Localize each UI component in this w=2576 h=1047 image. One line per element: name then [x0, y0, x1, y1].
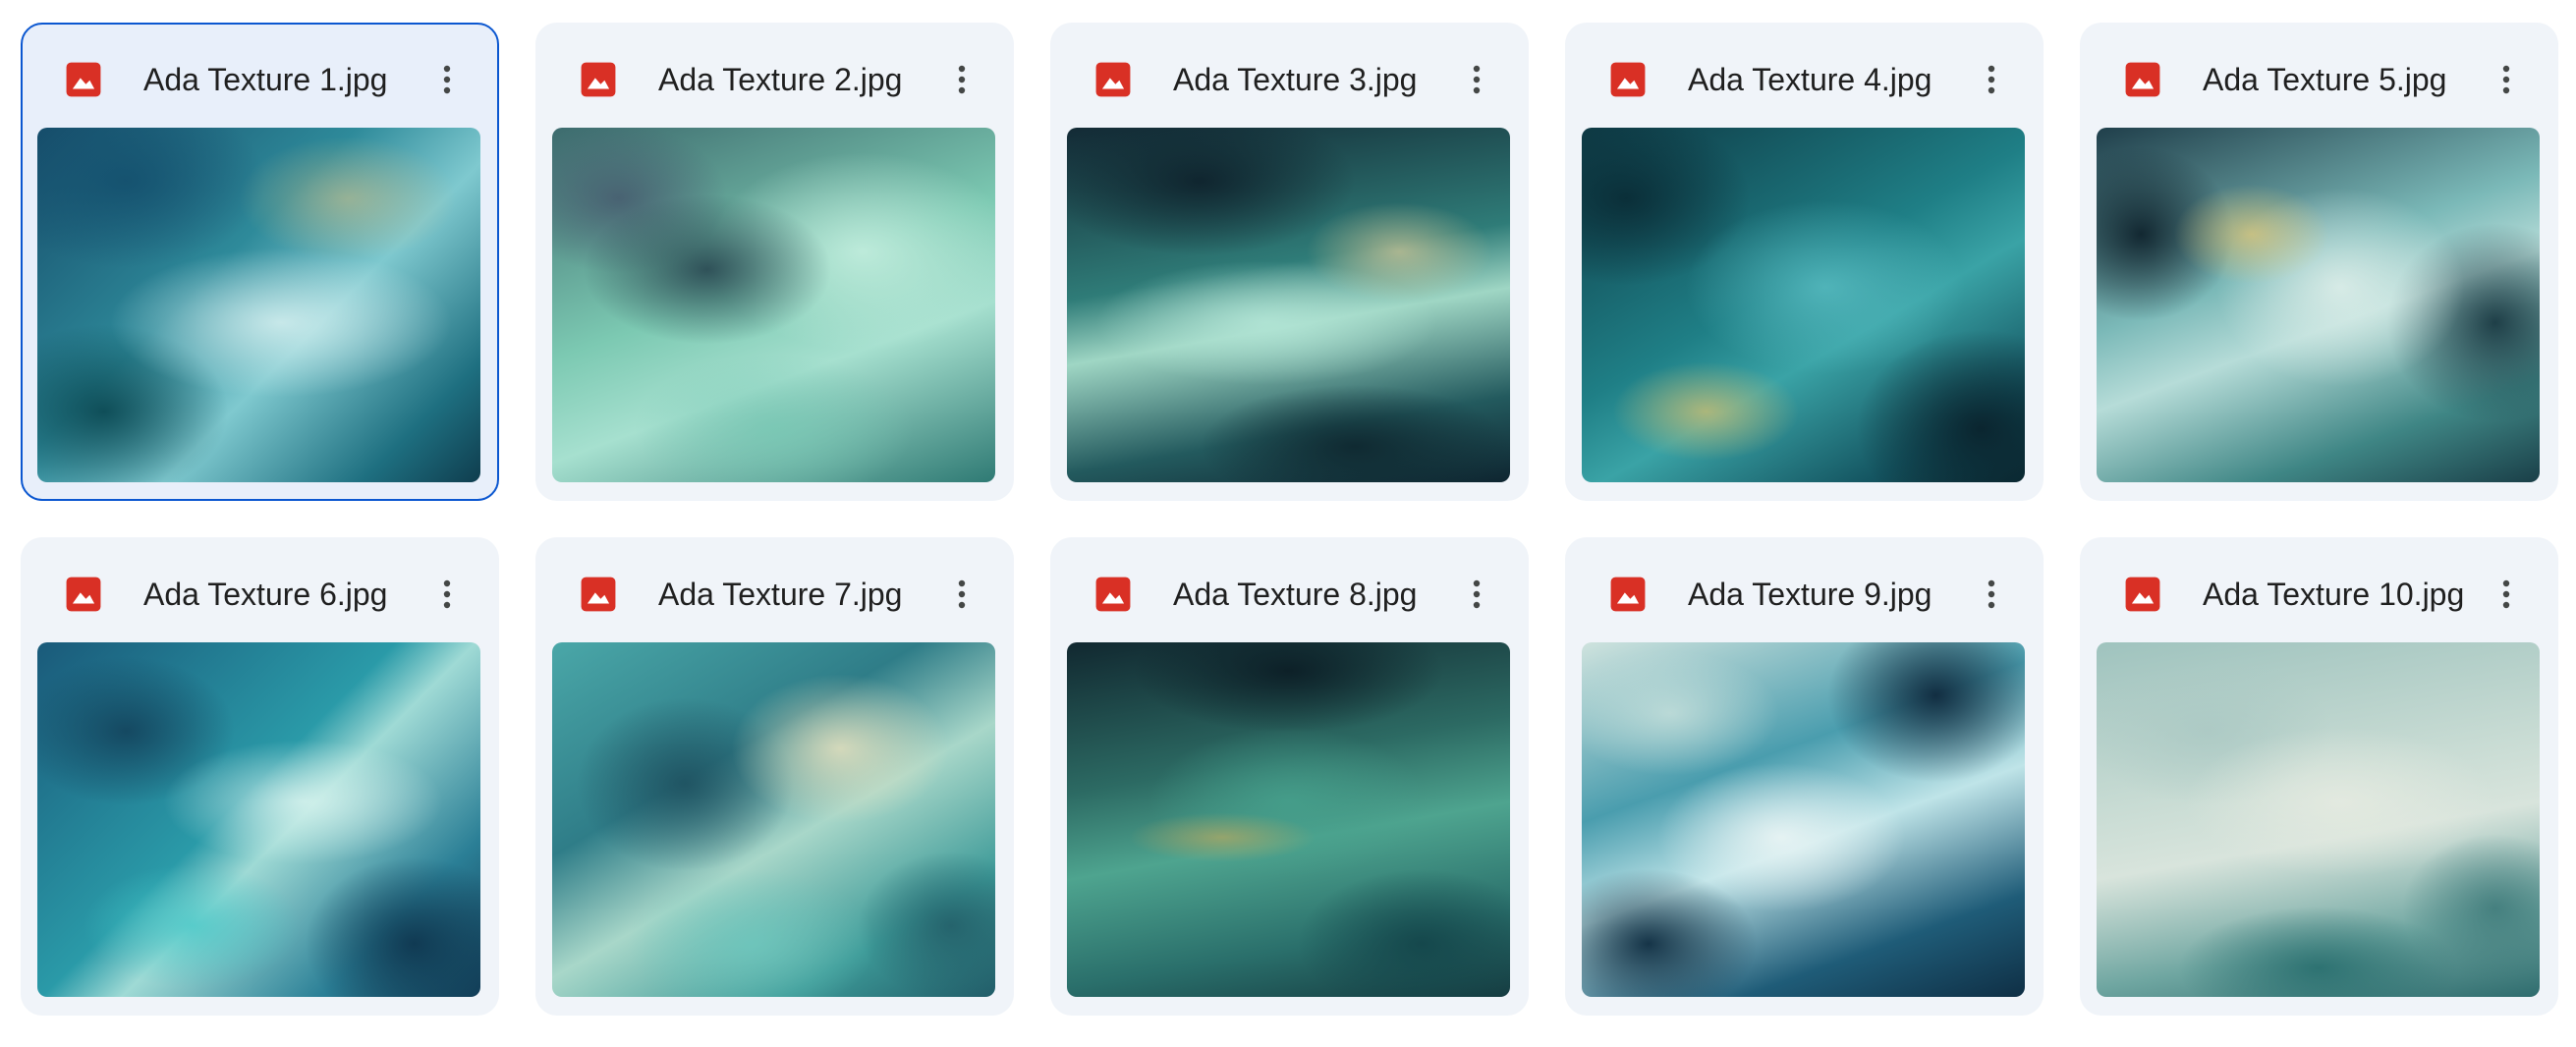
more-vert-icon: [1988, 579, 1995, 609]
file-card[interactable]: Ada Texture 7.jpg: [535, 537, 1014, 1016]
file-card[interactable]: Ada Texture 9.jpg: [1565, 537, 2044, 1016]
file-name: Ada Texture 5.jpg: [2203, 62, 2447, 97]
more-actions-button[interactable]: [936, 569, 987, 620]
file-thumbnail[interactable]: [552, 128, 995, 482]
file-card[interactable]: Ada Texture 1.jpg: [21, 23, 499, 501]
image-file-icon: [2125, 577, 2160, 612]
file-card-header: Ada Texture 10.jpg: [2080, 537, 2558, 643]
file-card[interactable]: Ada Texture 10.jpg: [2080, 537, 2558, 1016]
file-name: Ada Texture 10.jpg: [2203, 577, 2465, 612]
file-thumbnail[interactable]: [2097, 128, 2540, 482]
file-card[interactable]: Ada Texture 2.jpg: [535, 23, 1014, 501]
image-file-icon: [1095, 62, 1131, 97]
file-thumbnail[interactable]: [37, 642, 480, 997]
file-grid: Ada Texture 1.jpg Ada Texture 2.jpg Ada …: [21, 23, 2558, 1016]
more-vert-icon: [1473, 65, 1481, 94]
more-vert-icon: [2502, 65, 2510, 94]
file-name: Ada Texture 4.jpg: [1688, 62, 1932, 97]
image-file-icon: [66, 577, 101, 612]
more-vert-icon: [958, 65, 966, 94]
file-thumbnail[interactable]: [2097, 642, 2540, 997]
file-thumbnail[interactable]: [37, 128, 480, 482]
more-actions-button[interactable]: [1451, 54, 1502, 105]
file-name: Ada Texture 6.jpg: [143, 577, 388, 612]
more-vert-icon: [443, 65, 451, 94]
file-thumbnail[interactable]: [1582, 128, 2025, 482]
more-vert-icon: [1988, 65, 1995, 94]
file-card[interactable]: Ada Texture 4.jpg: [1565, 23, 2044, 501]
file-name: Ada Texture 3.jpg: [1173, 62, 1418, 97]
more-actions-button[interactable]: [2481, 569, 2532, 620]
more-vert-icon: [443, 579, 451, 609]
image-file-icon: [2125, 62, 2160, 97]
image-file-icon: [1610, 577, 1646, 612]
file-card-header: Ada Texture 6.jpg: [21, 537, 499, 643]
more-actions-button[interactable]: [1966, 54, 2017, 105]
file-card-header: Ada Texture 8.jpg: [1050, 537, 1529, 643]
file-thumbnail[interactable]: [1067, 642, 1510, 997]
file-card-header: Ada Texture 7.jpg: [535, 537, 1014, 643]
more-actions-button[interactable]: [1966, 569, 2017, 620]
file-card[interactable]: Ada Texture 3.jpg: [1050, 23, 1529, 501]
image-file-icon: [1610, 62, 1646, 97]
file-card-header: Ada Texture 2.jpg: [535, 23, 1014, 129]
file-name: Ada Texture 9.jpg: [1688, 577, 1932, 612]
more-actions-button[interactable]: [936, 54, 987, 105]
file-card-header: Ada Texture 9.jpg: [1565, 537, 2044, 643]
image-file-icon: [1095, 577, 1131, 612]
file-name: Ada Texture 7.jpg: [658, 577, 903, 612]
file-thumbnail[interactable]: [1067, 128, 1510, 482]
file-card[interactable]: Ada Texture 8.jpg: [1050, 537, 1529, 1016]
more-actions-button[interactable]: [2481, 54, 2532, 105]
file-card[interactable]: Ada Texture 5.jpg: [2080, 23, 2558, 501]
more-vert-icon: [958, 579, 966, 609]
file-card-header: Ada Texture 5.jpg: [2080, 23, 2558, 129]
file-card-header: Ada Texture 1.jpg: [23, 25, 497, 131]
file-name: Ada Texture 2.jpg: [658, 62, 903, 97]
more-actions-button[interactable]: [421, 54, 473, 105]
file-card[interactable]: Ada Texture 6.jpg: [21, 537, 499, 1016]
image-file-icon: [66, 62, 101, 97]
file-thumbnail[interactable]: [1582, 642, 2025, 997]
image-file-icon: [581, 577, 616, 612]
file-card-header: Ada Texture 3.jpg: [1050, 23, 1529, 129]
file-name: Ada Texture 1.jpg: [143, 62, 388, 97]
more-vert-icon: [2502, 579, 2510, 609]
more-actions-button[interactable]: [1451, 569, 1502, 620]
file-thumbnail[interactable]: [552, 642, 995, 997]
more-vert-icon: [1473, 579, 1481, 609]
more-actions-button[interactable]: [421, 569, 473, 620]
file-name: Ada Texture 8.jpg: [1173, 577, 1418, 612]
file-card-header: Ada Texture 4.jpg: [1565, 23, 2044, 129]
image-file-icon: [581, 62, 616, 97]
